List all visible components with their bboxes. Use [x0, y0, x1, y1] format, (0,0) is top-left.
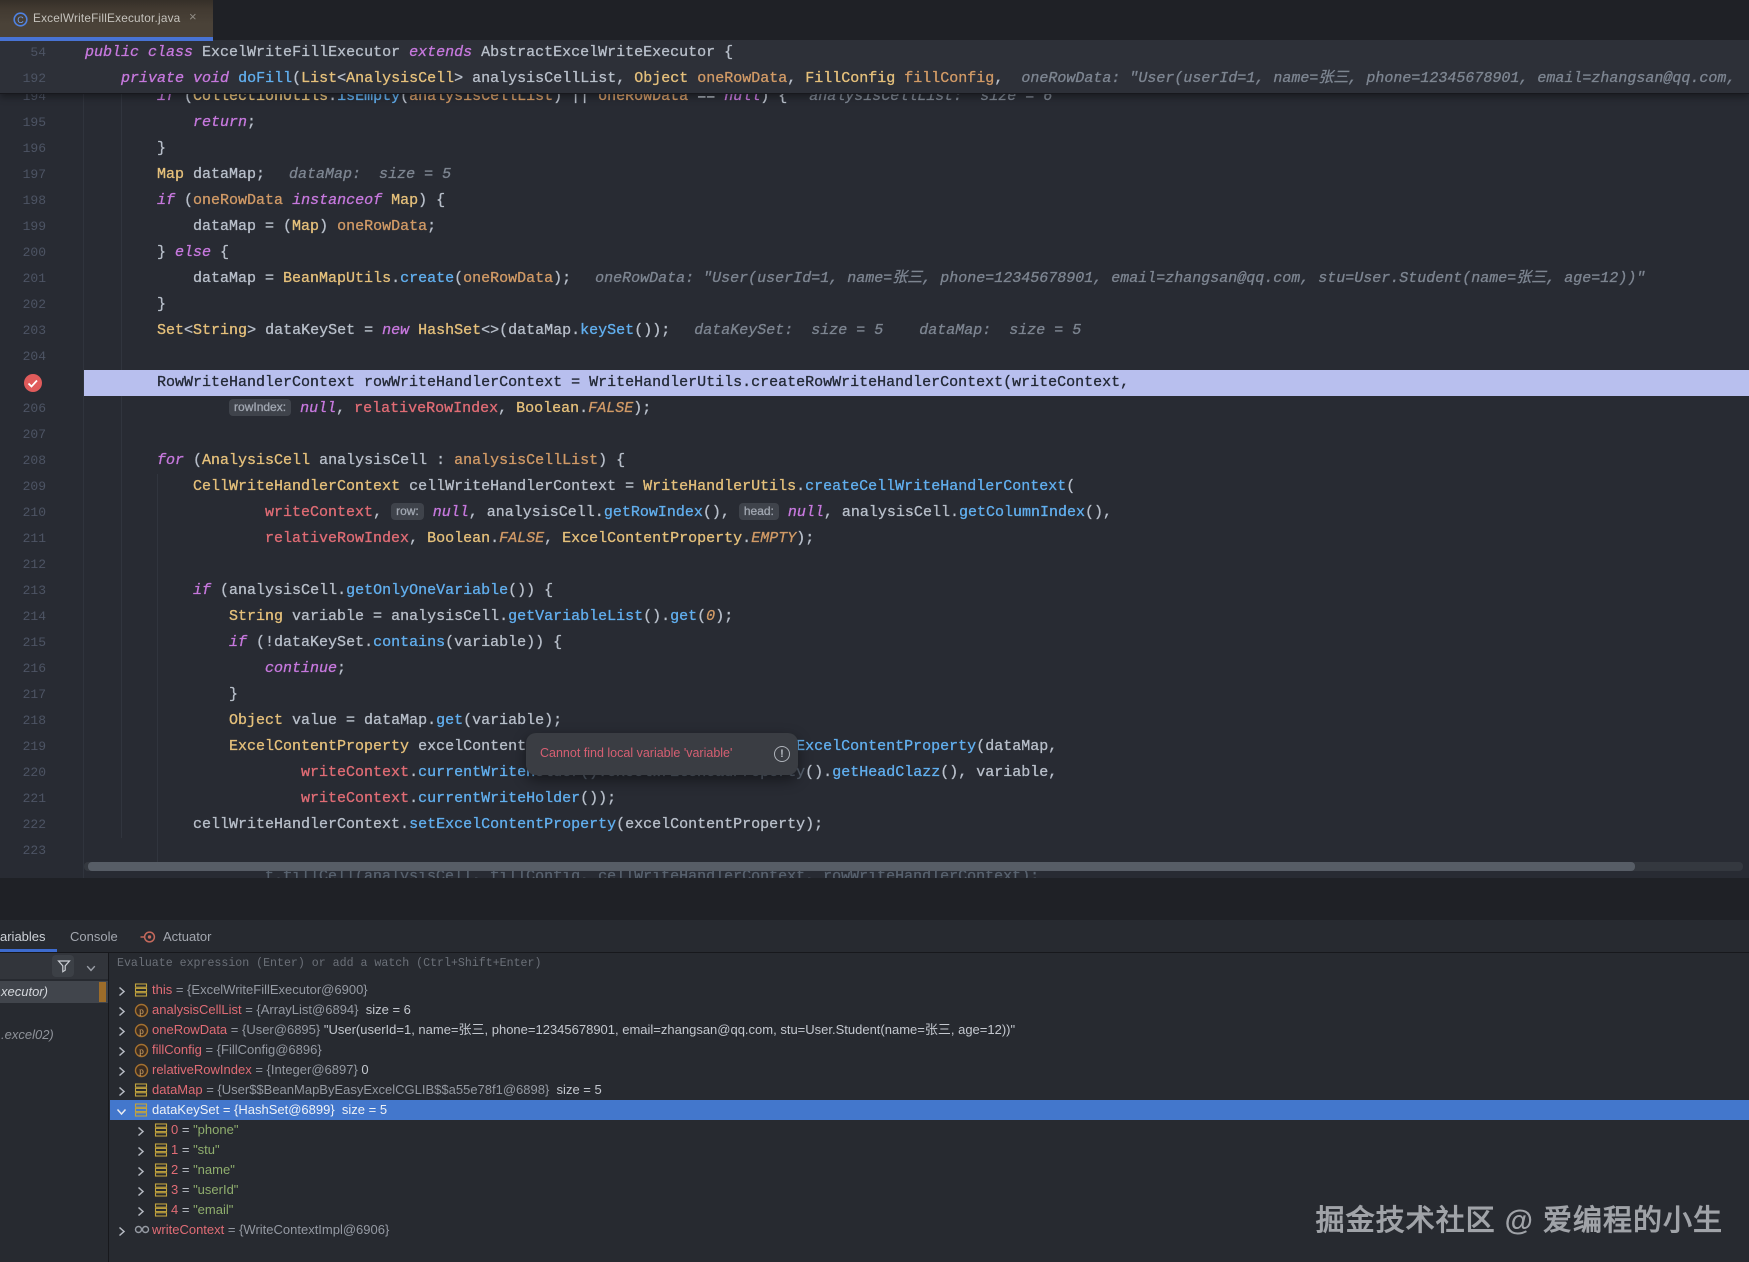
svg-text:p: p — [139, 1027, 144, 1037]
svg-text:p: p — [139, 1047, 144, 1057]
svg-text:p: p — [139, 1007, 144, 1017]
svg-text:C: C — [17, 15, 24, 25]
svg-text:p: p — [139, 1067, 144, 1077]
